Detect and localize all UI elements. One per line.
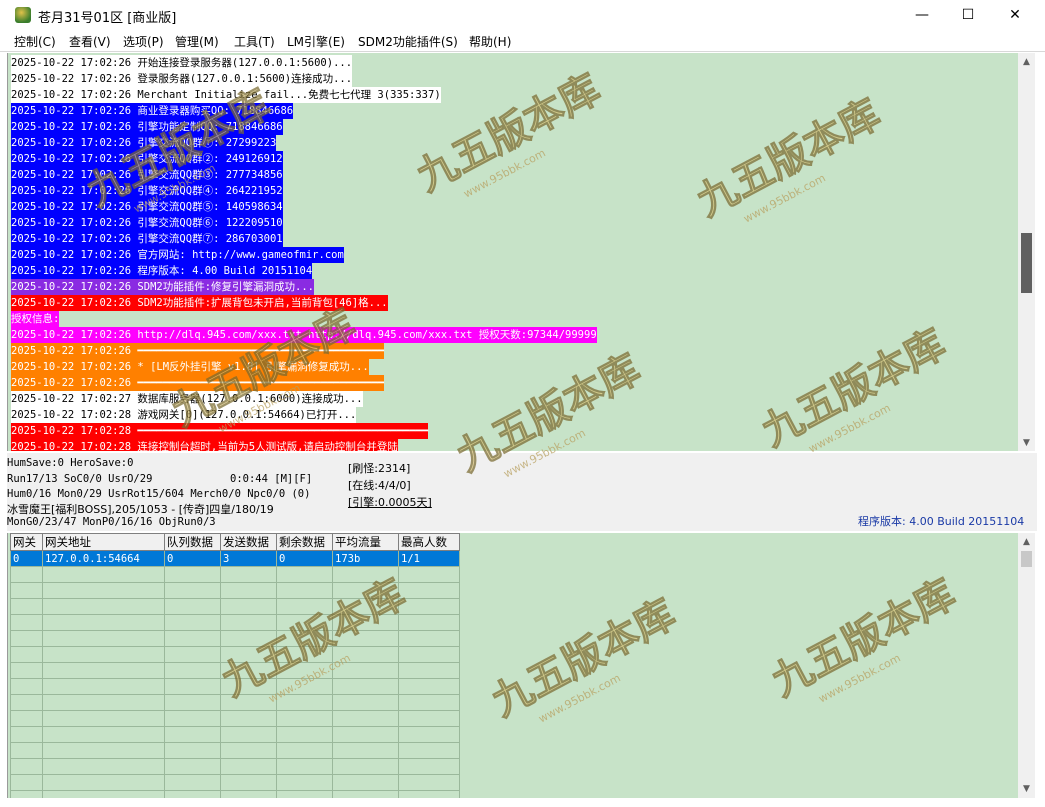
watermark-logo: 九五版本库 www.95bbk.com <box>764 571 963 707</box>
watermark-logo: 九五版本库 www.95bbk.com <box>409 66 608 202</box>
close-button[interactable]: ✕ <box>992 0 1038 31</box>
watermark-logo: 九五版本库 www.95bbk.com <box>449 346 648 482</box>
uptime-timer: 0:0:44 [M][F] <box>230 473 313 485</box>
scroll-up-icon[interactable]: ▲ <box>1018 535 1035 549</box>
watermark-text: 九五版本库 <box>690 91 888 226</box>
column-header[interactable]: 最高人数 <box>398 533 460 551</box>
log-line: 授权信息: <box>11 311 60 327</box>
save-status: HumSave:0 HeroSave:0 <box>7 457 134 469</box>
column-header[interactable]: 网关地址 <box>42 533 165 551</box>
menu-bar: 控制(C) 查看(V) 选项(P) 管理(M) 工具(T) LM引擎(E) SD… <box>0 31 1045 52</box>
menu-control[interactable]: 控制(C) <box>14 33 56 50</box>
online-count: [在线:4/4/0] <box>348 479 411 492</box>
log-line: 2025-10-22 17:02:26 引擎交流QQ群⑦: 286703001 <box>11 231 283 247</box>
log-line: 2025-10-22 17:02:26 程序版本: 4.00 Build 201… <box>11 263 313 279</box>
maximize-button[interactable]: ☐ <box>945 0 991 31</box>
watermark-text: 九五版本库 <box>410 66 608 201</box>
watermark-logo: 九五版本库 www.95bbk.com <box>689 91 888 227</box>
table-cell: 127.0.0.1:54664 <box>42 550 165 567</box>
column-header[interactable]: 剩余数据 <box>276 533 333 551</box>
scroll-down-icon[interactable]: ▼ <box>1018 436 1035 450</box>
run-status: Run17/13 SoC0/0 UsrO/29 <box>7 473 153 485</box>
title-bar: 苍月31号01区 [商业版] — ☐ ✕ <box>0 0 1045 31</box>
monster-status: MonG0/23/47 MonP0/16/16 ObjRun0/3 <box>7 516 216 528</box>
table-row <box>10 710 460 727</box>
watermark-text: 九五版本库 <box>755 321 953 456</box>
menu-options[interactable]: 选项(P) <box>123 33 164 50</box>
menu-help[interactable]: 帮助(H) <box>469 33 511 50</box>
menu-tools[interactable]: 工具(T) <box>234 33 275 50</box>
watermark-text: 九五版本库 <box>450 346 648 481</box>
watermark-logo: 九五版本库 www.95bbk.com <box>79 81 278 217</box>
scroll-up-icon[interactable]: ▲ <box>1018 55 1035 69</box>
window-title: 苍月31号01区 [商业版] <box>38 11 177 26</box>
menu-lm-engine[interactable]: LM引擎(E) <box>287 33 345 50</box>
log-scrollbar[interactable]: ▲ ▼ <box>1018 53 1035 451</box>
column-header[interactable]: 网关 <box>10 533 43 551</box>
log-line: 2025-10-22 17:02:26 开始连接登录服务器(127.0.0.1:… <box>11 55 353 71</box>
column-header[interactable]: 平均流量 <box>332 533 399 551</box>
menu-manage[interactable]: 管理(M) <box>175 33 219 50</box>
column-header[interactable]: 队列数据 <box>164 533 221 551</box>
refresh-monster-count: [刷怪:2314] <box>348 462 411 475</box>
table-row <box>10 758 460 775</box>
watermark-text: 九五版本库 <box>165 301 363 436</box>
watermark-text: 九五版本库 <box>215 571 413 706</box>
table-cell: 0 <box>10 550 43 567</box>
engine-days: [引擎:0.0005天] <box>348 496 432 509</box>
menu-view[interactable]: 查看(V) <box>69 33 111 50</box>
watermark-text: 九五版本库 <box>80 81 278 216</box>
gateway-table-header: 网关 网关地址 队列数据 发送数据 剩余数据 平均流量 最高人数 <box>10 533 460 551</box>
column-header[interactable]: 发送数据 <box>220 533 277 551</box>
table-row <box>10 774 460 791</box>
table-row <box>10 726 460 743</box>
minimize-button[interactable]: — <box>899 0 945 31</box>
scroll-thumb[interactable] <box>1021 551 1032 567</box>
app-icon <box>15 7 31 23</box>
watermark-logo: 九五版本库 www.95bbk.com <box>214 571 413 707</box>
menu-sdm2-plugin[interactable]: SDM2功能插件(S) <box>358 33 458 50</box>
table-row <box>10 742 460 759</box>
watermark-text: 九五版本库 <box>765 571 963 706</box>
scroll-down-icon[interactable]: ▼ <box>1018 782 1035 796</box>
object-status: Hum0/16 Mon0/29 UsrRot15/604 Merch0/0 Np… <box>7 488 311 500</box>
program-version: 程序版本: 4.00 Build 20151104 <box>858 515 1025 528</box>
watermark-logo: 九五版本库 www.95bbk.com <box>754 321 953 457</box>
log-line: 2025-10-22 17:02:28 连接控制台超时,当前为5人测试版,请启动… <box>11 439 398 451</box>
watermark-logo: 九五版本库 www.95bbk.com <box>164 301 363 437</box>
boss-status: 冰雪魔王[福利BOSS],205/1053 - [传奇]四皇/180/19 <box>7 503 274 516</box>
log-line: 2025-10-22 17:02:26 官方网站: http://www.gam… <box>11 247 344 263</box>
grid-scrollbar[interactable]: ▲ ▼ <box>1018 533 1035 798</box>
watermark-text: 九五版本库 <box>485 591 683 726</box>
scroll-thumb[interactable] <box>1021 233 1032 293</box>
watermark-logo: 九五版本库 www.95bbk.com <box>484 591 683 727</box>
table-row <box>10 790 460 798</box>
